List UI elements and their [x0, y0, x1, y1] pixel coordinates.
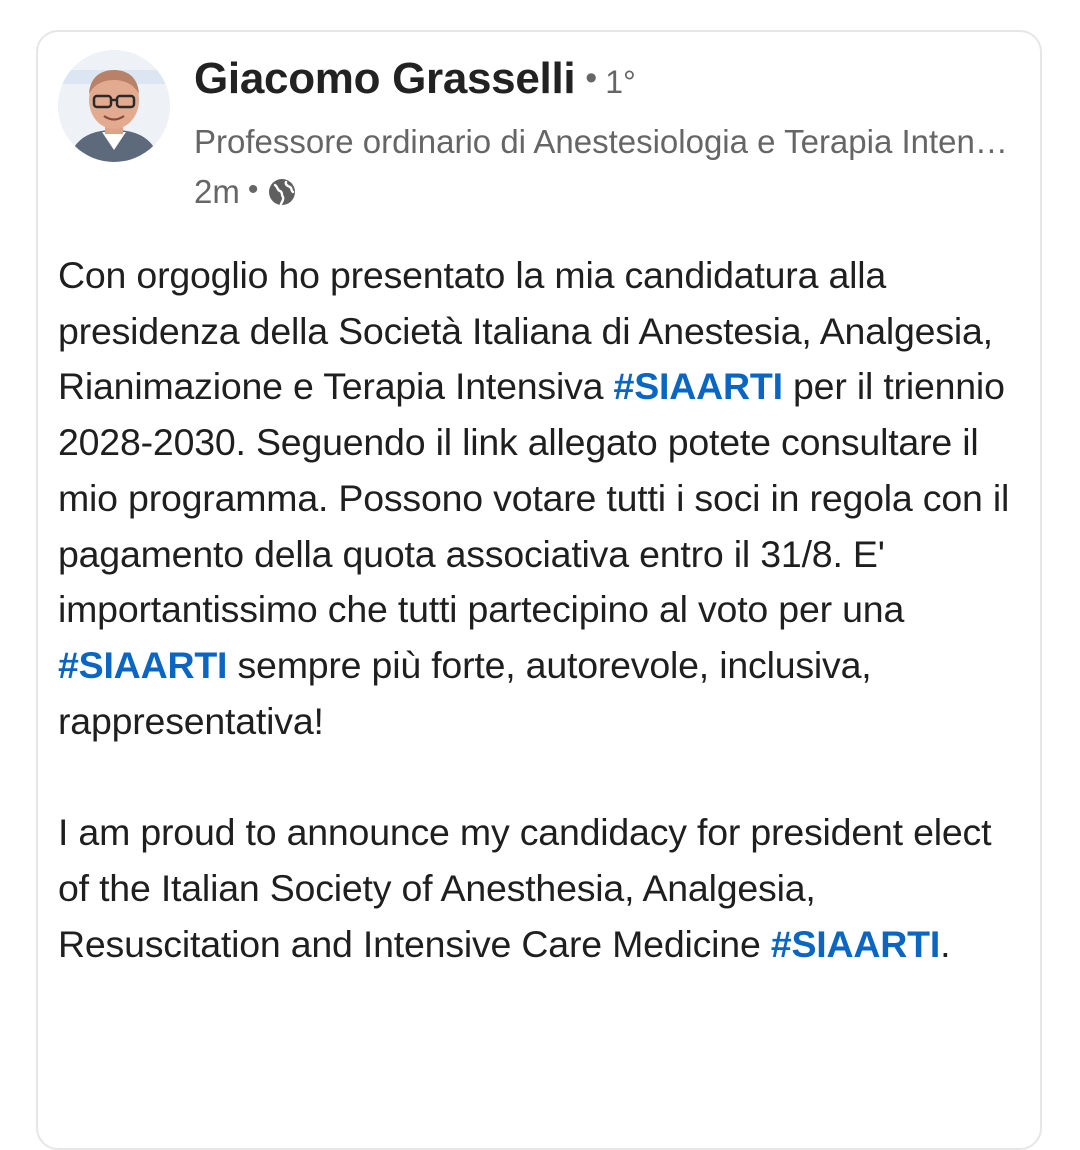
connection-degree: 1° — [605, 64, 636, 100]
post-text: Con orgoglio ho presentato la mia candid… — [58, 248, 1020, 972]
author-headline: Professore ordinario di Anestesiologia e… — [194, 123, 1016, 160]
globe-icon — [266, 176, 298, 208]
meta-separator: • — [247, 173, 259, 206]
hashtag-link[interactable]: #SIAARTI — [614, 365, 783, 407]
post-text-segment: . — [940, 922, 951, 965]
post-paragraph-italian: Con orgoglio ho presentato la mia candid… — [58, 248, 1020, 749]
post-card: Giacomo Grasselli • 1° Professore ordina… — [36, 30, 1042, 1150]
post-header: Giacomo Grasselli • 1° Professore ordina… — [194, 54, 1016, 214]
avatar[interactable] — [58, 50, 170, 162]
post-meta: 2m • — [194, 170, 1016, 214]
hashtag-link[interactable]: #SIAARTI — [771, 923, 940, 965]
post-paragraph-english: I am proud to announce my candidacy for … — [58, 805, 1020, 972]
author-name[interactable]: Giacomo Grasselli — [194, 54, 576, 104]
hashtag-link[interactable]: #SIAARTI — [58, 644, 227, 686]
profile-photo — [58, 50, 170, 162]
post-timestamp: 2m — [194, 173, 240, 210]
name-separator: • — [585, 59, 598, 97]
author-line: Giacomo Grasselli • 1° — [194, 54, 1016, 116]
